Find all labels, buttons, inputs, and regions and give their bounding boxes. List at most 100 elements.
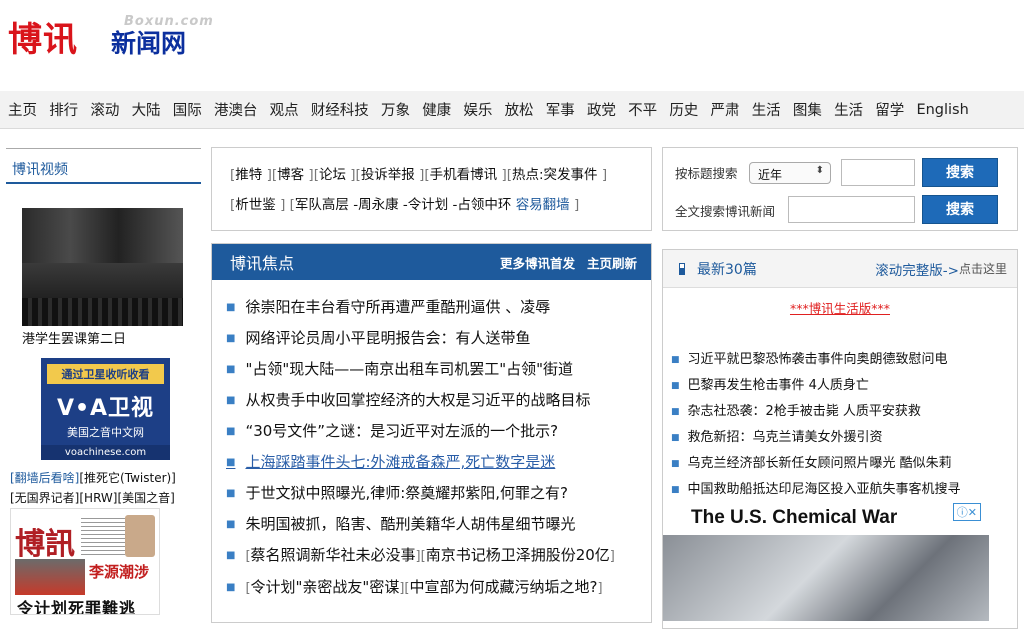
link-easy-vpn[interactable]: 容易翻墙	[516, 197, 570, 213]
nav-item-health[interactable]: 健康	[422, 99, 451, 120]
list-item[interactable]: ■ 乌克兰经济部长新任女顾问照片曝光 酷似朱莉	[671, 451, 1017, 477]
nav-item-injustice[interactable]: 不平	[628, 99, 657, 120]
fulltext-search-input[interactable]	[788, 196, 915, 223]
headline[interactable]: 乌克兰经济部长新任女顾问照片曝光 酷似朱莉	[688, 456, 952, 471]
headline[interactable]: 中宣部为何成藏污纳垢之地?	[410, 578, 598, 596]
headline[interactable]: 救危新招：乌克兰请美女外援引资	[688, 430, 883, 445]
list-item[interactable]: ■ 巴黎再发生枪击事件 4人质身亡	[671, 373, 1017, 399]
headline[interactable]: 从权贵手中收回掌控经济的大权是习近平的战略目标	[245, 391, 590, 409]
nav-item-scroll[interactable]: 滚动	[90, 99, 119, 120]
headline[interactable]: 南京书记杨卫泽拥股份20亿	[426, 546, 610, 564]
life-edition-link[interactable]: ***博讯生活版***	[663, 298, 1017, 317]
list-item[interactable]: ■ 网络评论员周小平昆明报告会：有人送带鱼	[226, 323, 651, 354]
nav-item-ranking[interactable]: 排行	[49, 99, 78, 120]
bullet-icon: ■	[226, 457, 236, 468]
voa-banner[interactable]: 通过卫星收听收看 V•A卫视 美国之音中文网 voachinese.com	[41, 358, 170, 460]
link-breaking[interactable]: 热点:突发事件	[512, 167, 598, 183]
list-item[interactable]: ■ 徐崇阳在丰台看守所再遭严重酷刑逼供 、凌辱	[226, 292, 651, 323]
link-topics[interactable]: 军队高层 -周永康 -令计划 -占领中环	[295, 197, 516, 213]
title-search-label: 按标题搜索	[675, 166, 738, 181]
nav-item-mainland[interactable]: 大陆	[132, 99, 161, 120]
list-item[interactable]: ■ 中国救助船抵达印尼海区投入亚航失事客机搜寻	[671, 477, 1017, 503]
bullet-icon: ■	[226, 364, 236, 375]
list-item[interactable]: ■ 上海踩踏事件头七:外滩戒备森严,死亡数字是迷	[226, 447, 651, 478]
list-item[interactable]: ■ 从权贵手中收回掌控经济的大权是习近平的战略目标	[226, 385, 651, 416]
advertisement[interactable]: The U.S. Chemical War ⓘ✕	[663, 501, 989, 621]
nav-item-finance-tech[interactable]: 财经科技	[311, 99, 369, 120]
title-search-input[interactable]	[841, 159, 915, 186]
latest-title[interactable]: 最新30篇	[697, 259, 875, 279]
ad-close-icon[interactable]: ⓘ✕	[952, 503, 981, 521]
list-item[interactable]: ■ 朱明国被抓，陷害、酷刑美籍华人胡伟星细节曝光	[226, 509, 651, 540]
bullet-icon: ■	[226, 519, 236, 530]
title-search-button[interactable]: 搜索	[922, 158, 998, 187]
link-twister[interactable]: [推死它(Twister)]	[79, 471, 176, 485]
site-logo[interactable]: 博讯 Boxun.com 新闻网	[6, 10, 236, 60]
fulltext-search-button[interactable]: 搜索	[922, 195, 998, 224]
list-item[interactable]: ■ 习近平就巴黎恐怖袭击事件向奥朗德致慰问电	[671, 347, 1017, 373]
bracket: ]	[569, 197, 580, 213]
quick-links-row-2: [析世鉴 ] [军队高层 -周永康 -令计划 -占领中环 容易翻墙 ]	[230, 190, 641, 220]
link-twitter[interactable]: 推特	[235, 167, 262, 183]
search-panel: 按标题搜索 近年 ⬍ 搜索 全文搜索博讯新闻 搜索	[662, 147, 1018, 231]
latest-list: ■ 习近平就巴黎恐怖袭击事件向奥朗德致慰问电 ■ 巴黎再发生枪击事件 4人质身亡 ■…	[663, 317, 1017, 503]
link-blog[interactable]: 博客	[277, 167, 304, 183]
refresh-home-link[interactable]: 主页刷新	[587, 253, 637, 272]
nav-item-life[interactable]: 生活	[752, 99, 781, 120]
nav-item-serious[interactable]: 严肃	[711, 99, 740, 120]
ad-image	[663, 535, 989, 621]
nav-item-gallery[interactable]: 图集	[793, 99, 822, 120]
link-analysis[interactable]: 析世鉴	[235, 197, 276, 213]
headline[interactable]: 中国救助船抵达印尼海区投入亚航失事客机搜寻	[688, 482, 961, 497]
headline[interactable]: 杂志社恐袭：2枪手被击毙 人质平安获救	[688, 404, 921, 419]
nav-item-history[interactable]: 历史	[669, 99, 698, 120]
headline[interactable]: 朱明国被抓，陷害、酷刑美籍华人胡伟星细节曝光	[245, 515, 575, 533]
list-item[interactable]: ■ 于世文狱中照曝光,律师:祭奠耀邦紫阳,何罪之有?	[226, 478, 651, 509]
link-forum[interactable]: 论坛	[319, 167, 346, 183]
list-item[interactable]: ■ "占领"现大陆——南京出租车司机罢工"占领"街道	[226, 354, 651, 385]
headline[interactable]: 网络评论员周小平昆明报告会：有人送带鱼	[245, 329, 530, 347]
magazine-title: 博訊	[15, 527, 75, 562]
nav-item-international[interactable]: 国际	[173, 99, 202, 120]
bullet-icon: ■	[671, 433, 680, 443]
year-select[interactable]: 近年 ⬍	[749, 162, 831, 184]
link-mobile[interactable]: 手机看博讯	[430, 167, 498, 183]
bullet-icon: ■	[226, 302, 236, 313]
link-report[interactable]: 投诉举报	[361, 167, 415, 183]
nav-item-home[interactable]: 主页	[8, 99, 37, 120]
headline[interactable]: "占领"现大陆——南京出租车司机罢工"占领"街道	[245, 360, 573, 378]
nav-item-entertainment[interactable]: 娱乐	[463, 99, 492, 120]
bullet-icon: ■	[226, 582, 236, 593]
nav-item-opinion[interactable]: 观点	[270, 99, 299, 120]
headline[interactable]: “30号文件”之谜：是习近平对左派的一个批示?	[245, 422, 558, 440]
list-item[interactable]: ■ 杂志社恐袭：2枪手被击毙 人质平安获救	[671, 399, 1017, 425]
video-caption[interactable]: 港学生罢课第二日	[22, 328, 126, 347]
nav-item-military[interactable]: 军事	[546, 99, 575, 120]
nav-item-relax[interactable]: 放松	[505, 99, 534, 120]
nav-item-english[interactable]: English	[916, 102, 968, 118]
headline[interactable]: 巴黎再发生枪击事件 4人质身亡	[688, 378, 869, 393]
headline[interactable]: 令计划"亲密战友"密谋	[251, 578, 400, 596]
headline[interactable]: 习近平就巴黎恐怖袭击事件向奥朗德致慰问电	[688, 352, 948, 367]
video-section-header[interactable]: 博讯视频	[6, 148, 201, 184]
nav-item-hk-macau-taiwan[interactable]: 港澳台	[214, 99, 258, 120]
nav-item-study-abroad[interactable]: 留学	[875, 99, 904, 120]
more-first-news-link[interactable]: 更多博讯首发	[500, 253, 575, 272]
headline[interactable]: 于世文狱中照曝光,律师:祭奠耀邦紫阳,何罪之有?	[245, 484, 568, 502]
list-item[interactable]: ■ “30号文件”之谜：是习近平对左派的一个批示?	[226, 416, 651, 447]
click-here-link[interactable]: 点击这里	[959, 260, 1007, 277]
list-item[interactable]: ■ 救危新招：乌克兰请美女外援引资	[671, 425, 1017, 451]
latest-news-panel: 最新30篇 滚动完整版-> 点击这里 ***博讯生活版*** ■ 习近平就巴黎恐怖…	[662, 249, 1018, 629]
bracket: ]	[597, 581, 603, 596]
link-rsf-hrw-voa[interactable]: [无国界记者][HRW][美国之音]	[10, 491, 175, 505]
link-after-vpn[interactable]: [翻墙后看啥]	[10, 471, 79, 485]
nav-item-parties[interactable]: 政党	[587, 99, 616, 120]
video-thumbnail[interactable]	[22, 208, 183, 326]
headline[interactable]: 徐崇阳在丰台看守所再遭严重酷刑逼供 、凌辱	[245, 298, 550, 316]
nav-item-life-2[interactable]: 生活	[834, 99, 863, 120]
headline[interactable]: 蔡名照调新华社未必没事	[251, 546, 416, 564]
nav-item-misc[interactable]: 万象	[381, 99, 410, 120]
magazine-cover[interactable]: 博訊 李源潮涉 令计划死罪難逃	[10, 508, 160, 615]
full-scroll-link[interactable]: 滚动完整版->	[875, 259, 959, 279]
headline[interactable]: 上海踩踏事件头七:外滩戒备森严,死亡数字是迷	[245, 453, 555, 471]
